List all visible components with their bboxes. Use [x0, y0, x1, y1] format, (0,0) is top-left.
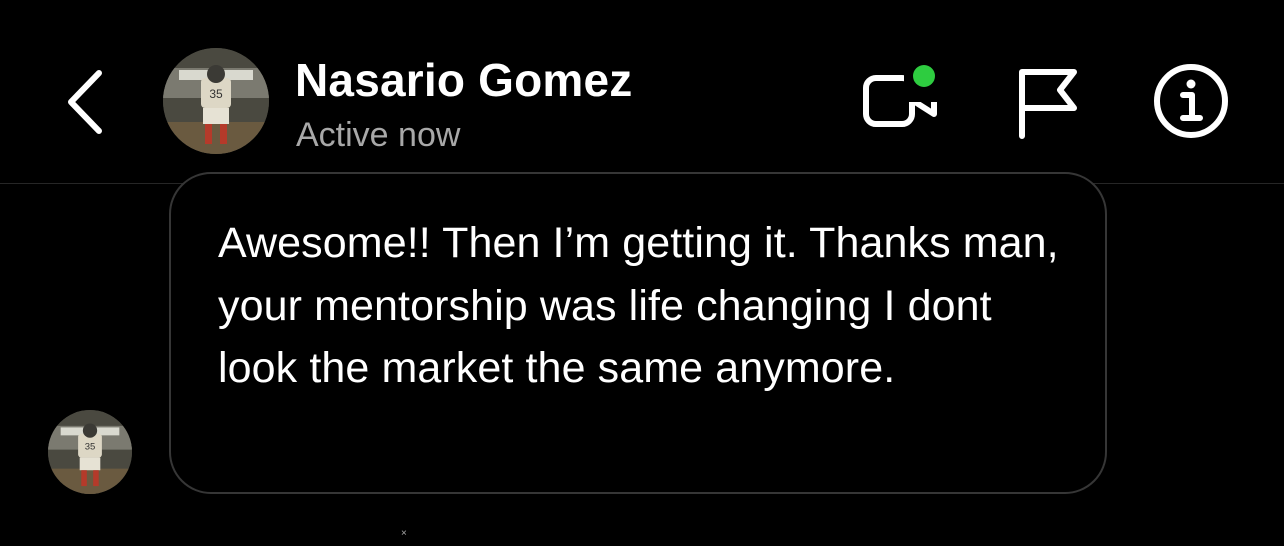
message-text: Awesome!! Then I’m getting it. Thanks ma…	[218, 219, 1071, 392]
online-dot-icon	[913, 65, 935, 87]
footer-glyph: ×	[401, 528, 407, 539]
chevron-left-icon	[68, 70, 102, 134]
contact-name[interactable]: Nasario Gomez	[295, 54, 633, 106]
presence-status: Active now	[296, 116, 461, 154]
video-camera-icon	[863, 65, 940, 127]
info-icon	[1154, 64, 1228, 138]
svg-text:35: 35	[209, 87, 223, 101]
avatar-photo: 35	[163, 48, 269, 154]
back-button[interactable]	[58, 64, 112, 140]
dm-thread-screen: 35 Nasario Gomez Active now 35 Awesome!!…	[0, 0, 1284, 546]
thread-header: 35 Nasario Gomez Active now	[0, 0, 1284, 184]
video-call-button[interactable]	[860, 62, 944, 138]
contact-avatar[interactable]: 35	[163, 48, 269, 154]
flag-icon	[1019, 69, 1077, 139]
svg-text:35: 35	[85, 442, 96, 453]
sender-avatar[interactable]: 35	[48, 410, 132, 494]
report-button[interactable]	[1012, 64, 1084, 140]
avatar-photo: 35	[48, 410, 132, 494]
message-bubble[interactable]: Awesome!! Then I’m getting it. Thanks ma…	[169, 172, 1107, 494]
info-button[interactable]	[1150, 60, 1232, 142]
